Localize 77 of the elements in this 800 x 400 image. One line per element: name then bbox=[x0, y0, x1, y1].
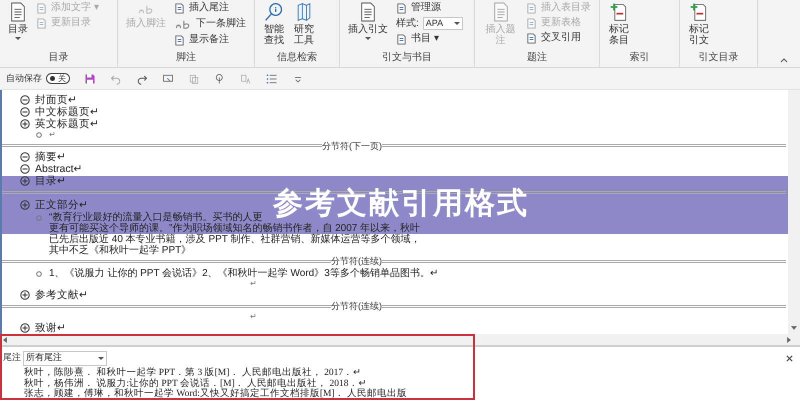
collapse-icon[interactable] bbox=[20, 164, 30, 174]
expand-icon[interactable] bbox=[20, 290, 30, 300]
page-icon bbox=[396, 34, 407, 44]
list-icon[interactable] bbox=[266, 72, 278, 84]
section-break-label: 分节符(连续) bbox=[331, 301, 382, 312]
caret-icon bbox=[15, 37, 21, 40]
search-icon bbox=[264, 2, 284, 22]
ribbon-button[interactable]: 标记条目 bbox=[608, 2, 630, 46]
page-icon bbox=[526, 32, 537, 44]
endnote-entry: 秋叶，陈陟熹． 和秋叶一起学 PPT．第 3 版[M]． 人民邮电出版社， 2017．↵ bbox=[24, 368, 362, 378]
section-break-label: 分节符(连续) bbox=[331, 256, 382, 266]
collapse-ribbon-icon[interactable] bbox=[780, 58, 788, 63]
group-label: 脚注 bbox=[176, 52, 196, 64]
style-label: 样式: bbox=[396, 18, 419, 30]
body-paragraph: 1、《说服力 让你的 PPT 会说话》2、《和秋叶一起学 Word》3等多个畅销单品图书。↵ bbox=[49, 268, 438, 279]
ribbon-button[interactable]: 智能查找 bbox=[263, 2, 285, 46]
vertical-scrollbar[interactable] bbox=[788, 90, 800, 334]
ribbon-button[interactable]: 下一条脚注 bbox=[174, 17, 246, 31]
ribbon-button[interactable]: 目录 bbox=[8, 2, 28, 40]
outline-heading: 中文标题页↵ bbox=[35, 106, 99, 118]
ribbon-button[interactable]: 研究工具 bbox=[293, 2, 315, 46]
body-text-bullet-icon bbox=[34, 268, 44, 279]
page-icon bbox=[36, 2, 47, 14]
screen-icon[interactable] bbox=[162, 72, 174, 84]
page-icon bbox=[174, 34, 185, 46]
body-text-bullet-icon bbox=[34, 130, 44, 140]
page-icon bbox=[396, 2, 407, 14]
page-icon bbox=[36, 18, 47, 28]
outline-heading: 参考文献↵ bbox=[35, 288, 88, 301]
collapse-icon[interactable] bbox=[20, 152, 30, 162]
horizontal-scrollbar[interactable] bbox=[0, 334, 800, 347]
scroll-left-icon[interactable] bbox=[3, 336, 7, 342]
ribbon-button[interactable]: 管理源 bbox=[396, 2, 463, 14]
page-icon bbox=[526, 18, 537, 28]
scroll-down-icon[interactable] bbox=[791, 326, 797, 330]
ribbon-button[interactable]: 交叉引用 bbox=[526, 32, 591, 44]
paragraph-mark: ↵ bbox=[49, 130, 56, 140]
document-icon bbox=[492, 2, 510, 22]
outline-heading: 致谢↵ bbox=[35, 322, 66, 334]
ribbon-button[interactable]: 标记引文 bbox=[688, 2, 710, 46]
group-label: 信息检索 bbox=[277, 52, 317, 64]
close-icon[interactable] bbox=[786, 354, 793, 362]
group-label: 索引 bbox=[630, 52, 650, 64]
paragraph-mark: ↵ bbox=[250, 278, 257, 289]
style-dropdown[interactable]: APA bbox=[422, 17, 463, 30]
ribbon-button[interactable]: 插入引文 bbox=[348, 2, 388, 40]
endnote-filter-dropdown[interactable]: 所有尾注 bbox=[23, 350, 107, 366]
outline-heading: 正文部分↵ bbox=[35, 198, 88, 210]
collapse-icon[interactable] bbox=[20, 107, 30, 117]
group-label: 引文目录 bbox=[698, 52, 738, 64]
ribbon-button[interactable]: 显示备注 bbox=[174, 34, 246, 46]
section-break-label: 分节符(下一页) bbox=[322, 140, 382, 151]
collapse-icon[interactable] bbox=[20, 95, 30, 105]
page-icon bbox=[174, 2, 185, 14]
expand-icon[interactable] bbox=[20, 119, 30, 129]
save-icon[interactable] bbox=[84, 72, 96, 84]
ribbon-button[interactable]: 书目 ▾ bbox=[396, 33, 463, 45]
endnote-label: 尾注 bbox=[3, 351, 21, 364]
autosave-label: 自动保存 bbox=[6, 72, 42, 85]
group-label: 引文与书目 bbox=[382, 52, 432, 64]
outline-heading: 封面页↵ bbox=[35, 94, 77, 106]
group-label: 目录 bbox=[48, 52, 68, 64]
paragraph-mark: ↵ bbox=[250, 312, 257, 322]
outline-heading: Abstract↵ bbox=[35, 163, 83, 176]
endnote-entry: 张志，顾建，傅琳，和秋叶一起学 Word:又快又好搞定工作文档排版[M]． 人民邮电出版 bbox=[24, 389, 408, 400]
expand-icon[interactable] bbox=[20, 323, 30, 333]
caret-icon bbox=[365, 37, 371, 40]
ribbon-button[interactable]: 插入尾注 bbox=[174, 2, 246, 14]
outline-heading: 摘要↵ bbox=[35, 151, 66, 164]
endnote-entry: 秋叶，杨伟洲． 说服力:让你的 PPT 会说话．[M]． 人民邮电出版社， 2018．↵ bbox=[24, 378, 368, 388]
body-text-bullet-icon bbox=[34, 212, 44, 222]
autosave-toggle[interactable]: 关 bbox=[46, 73, 70, 84]
outline-heading: 目录↵ bbox=[35, 175, 66, 188]
page-icon bbox=[526, 2, 537, 14]
scroll-right-icon[interactable] bbox=[787, 336, 791, 342]
group-label: 题注 bbox=[527, 52, 547, 64]
outline-heading: 英文标题页↵ bbox=[35, 118, 99, 130]
